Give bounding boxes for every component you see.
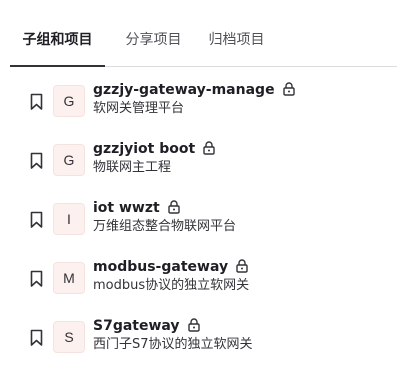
- bookmark-icon[interactable]: [29, 151, 44, 171]
- project-title-line: iot wwzt: [93, 197, 180, 217]
- project-name[interactable]: modbus-gateway: [93, 259, 228, 275]
- project-description: 万维组态整合物联网平台: [93, 219, 237, 234]
- project-avatar[interactable]: I: [53, 203, 85, 235]
- project-title-line: gzzjyiot boot: [93, 138, 215, 158]
- list-item: S S7gateway 西门子S7协议的独立软网关: [21, 307, 397, 366]
- project-name[interactable]: S7gateway: [93, 318, 180, 334]
- lock-icon: [187, 318, 200, 332]
- project-tabs: 子组和项目 分享项目 归档项目: [10, 0, 397, 67]
- project-title-line: gzzjy-gateway-manage: [93, 79, 295, 99]
- lock-icon: [168, 200, 180, 214]
- project-name[interactable]: gzzjyiot boot: [93, 141, 195, 157]
- tab-archived-projects[interactable]: 归档项目: [198, 0, 275, 66]
- project-avatar[interactable]: G: [53, 144, 85, 176]
- project-list: G gzzjy-gateway-manage 软网关管理平台 G gzzjyio…: [21, 71, 397, 366]
- lock-icon: [236, 259, 248, 273]
- project-description: 西门子S7协议的独立软网关: [93, 337, 253, 352]
- project-name[interactable]: gzzjy-gateway-manage: [93, 82, 275, 98]
- list-item: I iot wwzt 万维组态整合物联网平台: [21, 189, 397, 248]
- project-title-line: modbus-gateway: [93, 256, 248, 276]
- project-description: 软网关管理平台: [93, 101, 185, 116]
- project-avatar[interactable]: G: [53, 85, 85, 117]
- tab-subgroups-and-projects[interactable]: 子组和项目: [10, 0, 105, 67]
- project-avatar[interactable]: S: [53, 321, 85, 353]
- list-item: G gzzjyiot boot 物联网主工程: [21, 130, 397, 189]
- list-item: M modbus-gateway modbus协议的独立软网关: [21, 248, 397, 307]
- project-name[interactable]: iot wwzt: [93, 200, 160, 216]
- bookmark-icon[interactable]: [29, 210, 44, 230]
- tab-shared-projects[interactable]: 分享项目: [115, 0, 192, 66]
- lock-icon: [203, 141, 215, 155]
- project-avatar[interactable]: M: [53, 262, 85, 294]
- project-description: modbus协议的独立软网关: [93, 278, 250, 293]
- list-item: G gzzjy-gateway-manage 软网关管理平台: [21, 71, 397, 130]
- project-description: 物联网主工程: [93, 160, 172, 175]
- lock-icon: [282, 82, 295, 96]
- bookmark-icon[interactable]: [29, 92, 44, 112]
- bookmark-icon[interactable]: [29, 269, 44, 289]
- bookmark-icon[interactable]: [29, 328, 44, 348]
- project-title-line: S7gateway: [93, 315, 200, 335]
